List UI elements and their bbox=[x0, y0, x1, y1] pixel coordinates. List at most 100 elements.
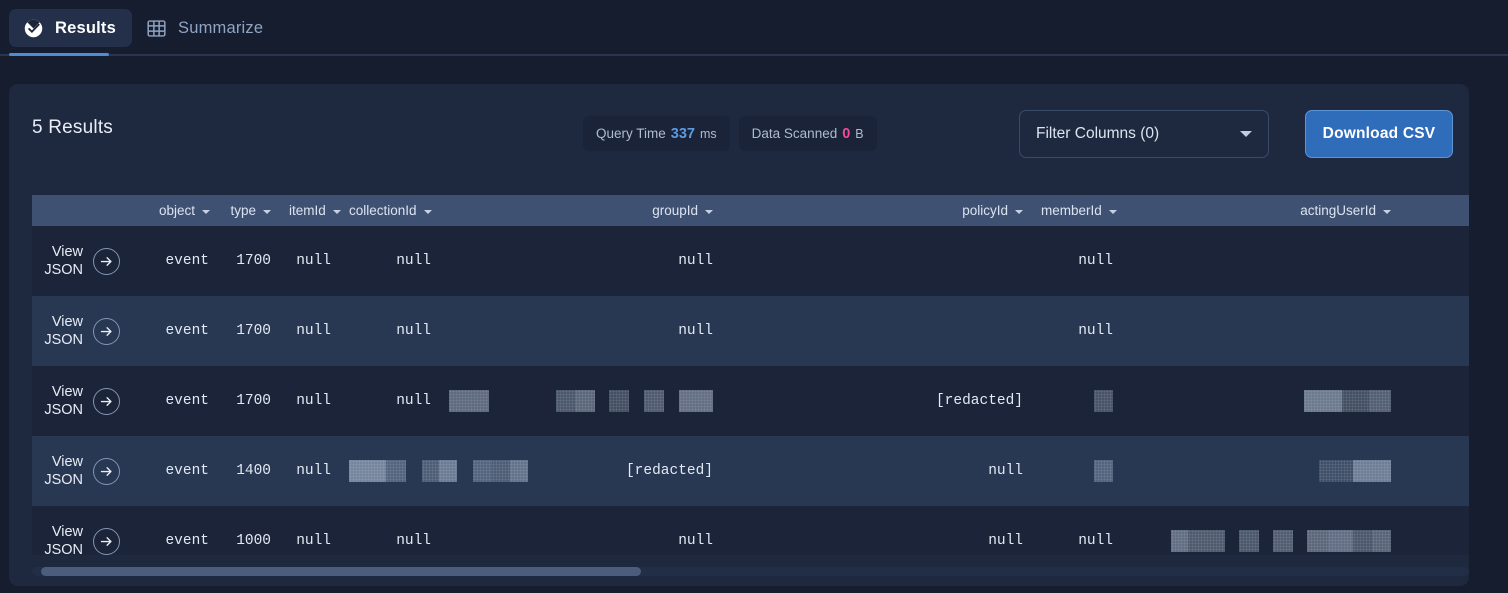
tab-results-label: Results bbox=[55, 19, 116, 38]
column-header-actingUserId[interactable]: actingUserId bbox=[1122, 195, 1400, 226]
results-count: 5 Results bbox=[32, 117, 113, 139]
redaction-block bbox=[644, 390, 664, 412]
data-scanned-label: Data Scanned bbox=[752, 126, 838, 141]
view-json-label: ViewJSON bbox=[41, 243, 83, 279]
redaction-block bbox=[1353, 460, 1391, 482]
redaction-block bbox=[1293, 530, 1307, 552]
view-json-button[interactable]: ViewJSON bbox=[41, 453, 141, 489]
redaction-block bbox=[1259, 530, 1273, 552]
redaction-block bbox=[492, 460, 510, 482]
cell-collectionId: null bbox=[340, 296, 440, 366]
redaction-block bbox=[510, 460, 528, 482]
results-table: object type itemIdcollectionIdgroupIdpolic… bbox=[32, 195, 1469, 555]
tab-bar: Results Summarize bbox=[0, 0, 1508, 56]
cell-object: event bbox=[150, 366, 218, 436]
column-header-label: actingUserId bbox=[1300, 203, 1376, 218]
cell-installationId bbox=[1400, 436, 1469, 506]
column-header-type[interactable]: type bbox=[218, 195, 280, 226]
results-table-body: ViewJSONevent1700nullnullnullnullnullVie… bbox=[32, 226, 1469, 555]
column-header-label: type bbox=[230, 203, 256, 218]
cell-collectionId: null bbox=[340, 226, 440, 296]
column-header-object[interactable]: object bbox=[150, 195, 218, 226]
tab-active-indicator bbox=[9, 53, 109, 56]
view-json-button[interactable]: ViewJSON bbox=[41, 243, 141, 279]
redaction-block bbox=[473, 460, 492, 482]
chevron-down-icon bbox=[1109, 210, 1117, 214]
results-card: 5 Results Query Time 337 ms Data Scanned… bbox=[9, 84, 1469, 586]
table-row[interactable]: ViewJSONevent1700nullnullnullnullnull bbox=[32, 296, 1469, 366]
cell-view-json[interactable]: ViewJSON bbox=[32, 366, 150, 436]
redacted-value bbox=[1304, 390, 1391, 412]
table-row[interactable]: ViewJSONevent1000nullnullnullnullnull bbox=[32, 506, 1469, 555]
redaction-block bbox=[679, 390, 713, 412]
cell-type: 1700 bbox=[218, 226, 280, 296]
horizontal-scrollbar-track[interactable] bbox=[32, 567, 1469, 576]
view-json-label: ViewJSON bbox=[41, 523, 83, 555]
view-json-label: ViewJSON bbox=[41, 453, 83, 489]
redaction-block bbox=[1342, 390, 1369, 412]
view-json-button[interactable]: ViewJSON bbox=[41, 313, 141, 349]
cell-object: event bbox=[150, 506, 218, 555]
table-row[interactable]: ViewJSONevent1700nullnullnullnullnull bbox=[32, 226, 1469, 296]
redaction-block bbox=[575, 390, 595, 412]
cell-memberId bbox=[1032, 436, 1122, 506]
chevron-down-icon bbox=[263, 210, 271, 214]
redaction-block bbox=[439, 460, 457, 482]
view-json-button[interactable]: ViewJSON bbox=[41, 523, 141, 555]
cell-view-json[interactable]: ViewJSON bbox=[32, 296, 150, 366]
column-header-memberId[interactable]: memberId bbox=[1032, 195, 1122, 226]
column-header-groupId[interactable]: groupId bbox=[440, 195, 722, 226]
redaction-block bbox=[422, 460, 439, 482]
download-csv-button[interactable]: Download CSV bbox=[1305, 110, 1453, 158]
redaction-block bbox=[349, 460, 386, 482]
horizontal-scrollbar-thumb[interactable] bbox=[41, 567, 641, 576]
cell-type: 1700 bbox=[218, 366, 280, 436]
column-header-itemId[interactable]: itemId bbox=[280, 195, 340, 226]
data-scanned-value: 0 bbox=[842, 126, 850, 142]
view-json-button[interactable]: ViewJSON bbox=[41, 383, 141, 419]
cell-view-json[interactable]: ViewJSON bbox=[32, 436, 150, 506]
view-json-label: ViewJSON bbox=[41, 313, 83, 349]
redacted-value bbox=[1094, 390, 1113, 412]
redaction-block bbox=[1328, 530, 1353, 552]
chevron-down-icon bbox=[202, 210, 210, 214]
cell-view-json[interactable]: ViewJSON bbox=[32, 506, 150, 555]
filter-columns-dropdown[interactable]: Filter Columns (0) bbox=[1019, 110, 1269, 158]
column-header-installationId[interactable]: installat bbox=[1400, 195, 1469, 226]
tab-results[interactable]: Results bbox=[9, 9, 132, 47]
cell-actingUserId bbox=[1122, 296, 1400, 366]
redaction-block bbox=[1372, 530, 1391, 552]
cell-actingUserId bbox=[1122, 436, 1400, 506]
results-table-scroll-area[interactable]: object type itemIdcollectionIdgroupIdpolic… bbox=[32, 195, 1469, 555]
filter-columns-label: Filter Columns (0) bbox=[1036, 125, 1240, 143]
table-row[interactable]: ViewJSONevent1700nullnull[redacted] bbox=[32, 366, 1469, 436]
redacted-value bbox=[449, 390, 713, 412]
cell-groupId bbox=[440, 366, 722, 436]
cell-view-json[interactable]: ViewJSON bbox=[32, 226, 150, 296]
cell-itemId: null bbox=[280, 226, 340, 296]
cell-memberId: null bbox=[1032, 226, 1122, 296]
redaction-block bbox=[629, 390, 644, 412]
chevron-down-icon bbox=[705, 210, 713, 214]
table-row[interactable]: ViewJSONevent1400null[redacted]null bbox=[32, 436, 1469, 506]
cell-collectionId bbox=[340, 436, 440, 506]
redaction-block bbox=[489, 390, 556, 412]
column-header-policyId[interactable]: policyId bbox=[722, 195, 1032, 226]
tab-summarize[interactable]: Summarize bbox=[132, 9, 279, 47]
query-time-label: Query Time bbox=[596, 126, 666, 141]
cell-object: event bbox=[150, 296, 218, 366]
cell-type: 1000 bbox=[218, 506, 280, 555]
redaction-block bbox=[595, 390, 609, 412]
column-header-collectionId[interactable]: collectionId bbox=[340, 195, 440, 226]
cell-installationId bbox=[1400, 366, 1469, 436]
cell-installationId: null bbox=[1400, 226, 1469, 296]
arrow-right-icon bbox=[93, 528, 120, 555]
cell-memberId bbox=[1032, 366, 1122, 436]
chevron-down-icon bbox=[1015, 210, 1023, 214]
cell-installationId bbox=[1400, 506, 1469, 555]
cell-itemId: null bbox=[280, 506, 340, 555]
cell-itemId: null bbox=[280, 366, 340, 436]
cell-policyId: null bbox=[722, 436, 1032, 506]
redacted-value bbox=[349, 460, 528, 482]
arrow-right-icon bbox=[93, 458, 120, 485]
